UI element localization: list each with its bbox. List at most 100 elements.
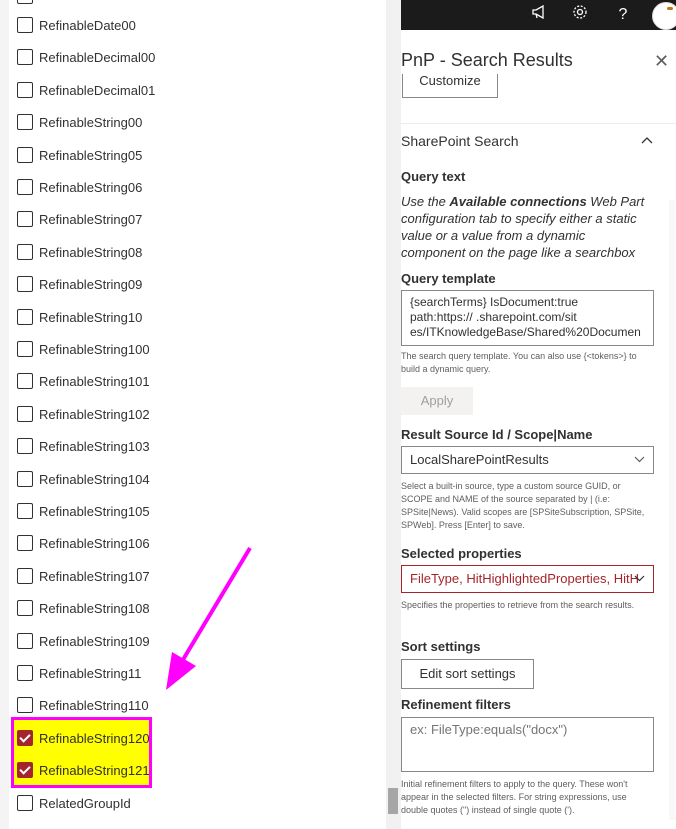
list-item-label: RefinableString101 [39, 374, 150, 390]
list-item[interactable]: RefinableString00 [17, 113, 377, 137]
megaphone-icon[interactable] [528, 4, 550, 26]
list-item[interactable]: RefinableString121 [17, 761, 377, 785]
checkbox-checked[interactable] [17, 762, 33, 779]
selected-properties-help: Specifies the properties to retrieve fro… [401, 600, 635, 610]
section-title[interactable]: SharePoint Search [401, 133, 519, 149]
list-item-label: RefinableString08 [39, 244, 143, 260]
list-item-label: RefinableString109 [39, 633, 150, 649]
edit-sort-settings-button[interactable]: Edit sort settings [401, 659, 534, 689]
refiner-options-list: RefinableDate00 RefinableDecimal00 Refinab… [0, 0, 401, 829]
result-source-help: Select a built-in source, type a custom … [401, 481, 645, 530]
list-item-label: RefinableString105 [39, 504, 150, 519]
list-item[interactable]: RefinableDecimal00 [17, 48, 377, 72]
list-item-label: RefinableString104 [39, 471, 150, 487]
checkbox[interactable] [17, 600, 33, 617]
list-item[interactable]: RefinableString09 [17, 275, 377, 299]
list-item-label: RefinableString108 [39, 601, 150, 617]
checkbox[interactable] [17, 49, 33, 66]
property-pane: PnP - Search Results ✕ Customize SharePo… [401, 30, 676, 829]
query-text-description: Use the Available connections Web Part c… [401, 194, 645, 260]
list-item-label: RefinableString121 [39, 763, 150, 779]
list-item-label: RefinableString102 [39, 406, 150, 422]
list-item[interactable]: RefinableString100 [17, 340, 377, 364]
list-item[interactable]: RefinableString104 [17, 470, 377, 494]
list-item-label: RefinableString11 [39, 666, 142, 681]
list-item-label: RefinableString103 [39, 439, 150, 455]
avatar[interactable] [652, 2, 676, 30]
list-item[interactable]: RefinableString05 [17, 146, 377, 170]
checkbox[interactable] [17, 405, 33, 422]
selected-properties-label: Selected properties [401, 546, 522, 561]
checkbox[interactable] [17, 211, 33, 228]
checkbox[interactable] [17, 179, 33, 195]
list-item[interactable]: RefinableString10 [17, 308, 377, 332]
list-item-label: RefinableString05 [39, 147, 143, 163]
list-item-label: RefinableDate00 [39, 18, 136, 33]
list-item[interactable]: RefinableDecimal01 [17, 81, 377, 105]
checkbox[interactable] [17, 146, 33, 163]
checkbox[interactable] [17, 632, 33, 649]
customize-button[interactable]: Customize [402, 74, 498, 98]
list-item-partial[interactable] [17, 0, 377, 11]
query-template-label: Query template [401, 271, 496, 286]
checkbox-checked[interactable] [17, 729, 33, 746]
checkbox[interactable] [17, 665, 33, 681]
top-bar: ? [401, 0, 676, 30]
sort-settings-label: Sort settings [401, 639, 481, 654]
list-item[interactable]: RefinableString07 [17, 210, 377, 234]
checkbox[interactable] [17, 308, 33, 325]
checkbox[interactable] [17, 470, 33, 487]
checkbox[interactable] [17, 114, 33, 131]
list-item[interactable]: RefinableString101 [17, 372, 377, 396]
query-template-input[interactable]: {searchTerms} IsDocument:true path:https… [401, 290, 654, 346]
list-item-label: RefinableString110 [39, 698, 149, 714]
checkbox[interactable] [17, 276, 33, 293]
list-item-label: RefinableString107 [39, 568, 150, 584]
list-item-label: RefinableString06 [39, 180, 143, 195]
checkbox[interactable] [17, 794, 33, 811]
checkbox[interactable] [17, 438, 33, 455]
refinement-filters-input[interactable] [401, 717, 654, 772]
list-item[interactable]: RefinableString120 [17, 729, 377, 753]
list-scroll-thumb[interactable] [388, 788, 398, 814]
list-item[interactable]: RefinableDate00 [17, 16, 377, 40]
list-item[interactable]: RefinableString06 [17, 178, 377, 202]
list-item-label: RefinableString09 [39, 277, 143, 293]
pane-scrollbar[interactable] [669, 200, 675, 820]
query-template-help: The search query template. You can also … [401, 351, 637, 374]
checkbox[interactable] [17, 373, 33, 390]
result-source-dropdown[interactable]: LocalSharePointResults [401, 446, 654, 474]
list-item[interactable]: RelatedGroupId [17, 794, 377, 818]
list-item-label: RefinableDecimal00 [39, 50, 156, 66]
chevron-up-icon[interactable] [641, 133, 653, 147]
refinement-filters-label: Refinement filters [401, 697, 511, 712]
checkbox[interactable] [17, 81, 33, 98]
gear-icon[interactable] [569, 4, 591, 26]
checkbox[interactable] [17, 243, 33, 260]
list-item-label: RelatedGroupId [39, 795, 131, 811]
checkbox[interactable] [17, 503, 33, 519]
result-source-label: Result Source Id / Scope|Name [401, 427, 593, 442]
list-item-label: RefinableString10 [39, 309, 143, 325]
checkbox[interactable] [17, 0, 33, 4]
query-text-label: Query text [401, 169, 466, 184]
checkbox[interactable] [17, 341, 33, 357]
list-item[interactable]: RefinableString103 [17, 437, 377, 461]
selected-properties-dropdown[interactable]: FileType, HitHighlightedProperties, HitH [401, 565, 654, 593]
list-item-label: RefinableString120 [39, 730, 150, 746]
close-icon[interactable]: ✕ [654, 52, 669, 70]
list-item[interactable]: RefinableString105 [17, 502, 377, 526]
list-item[interactable]: RefinableString08 [17, 243, 377, 267]
list-item[interactable]: RefinableString102 [17, 405, 377, 429]
list-item-label: RefinableString100 [39, 342, 150, 357]
checkbox[interactable] [17, 17, 33, 33]
list-scrollbar[interactable] [386, 0, 401, 829]
checkbox[interactable] [17, 567, 33, 584]
refinement-filters-help: Initial refinement filters to apply to t… [401, 779, 628, 815]
apply-button[interactable]: Apply [401, 387, 473, 415]
checkbox[interactable] [17, 535, 33, 552]
list-item-label: RefinableString07 [39, 212, 143, 228]
list-item-label: RefinableString00 [39, 115, 143, 131]
checkbox[interactable] [17, 697, 33, 714]
help-icon[interactable]: ? [612, 4, 634, 26]
